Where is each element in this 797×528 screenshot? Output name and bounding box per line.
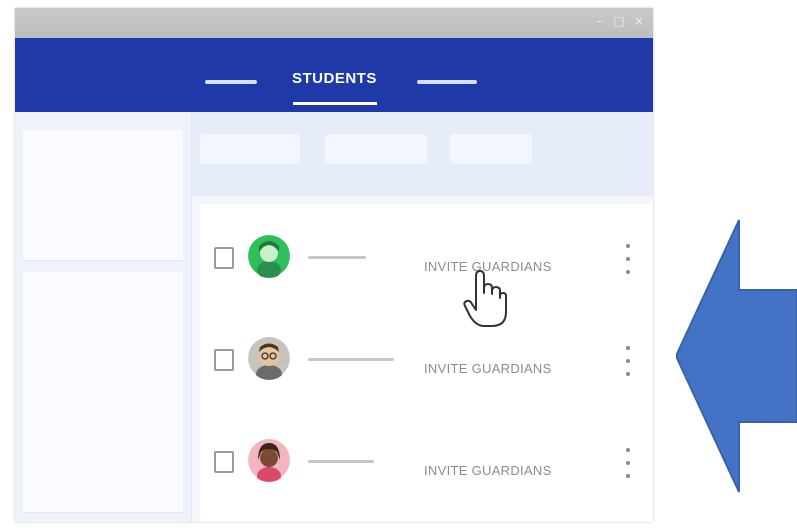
student-row: INVITE GUARDIANS xyxy=(200,204,653,304)
select-student-checkbox[interactable] xyxy=(214,451,234,473)
invite-guardians-link[interactable]: INVITE GUARDIANS xyxy=(424,463,552,478)
select-student-checkbox[interactable] xyxy=(214,247,234,269)
student-avatar-glasses-icon xyxy=(248,336,290,380)
maximize-icon[interactable]: □ xyxy=(613,14,625,28)
top-nav-bar: STUDENTS xyxy=(15,38,653,112)
sidebar-panel-top xyxy=(23,130,183,261)
kebab-menu-icon[interactable] xyxy=(624,244,632,274)
student-name-placeholder xyxy=(308,358,394,361)
window-titlebar: – □ × xyxy=(15,8,653,38)
invite-guardians-link[interactable]: INVITE GUARDIANS xyxy=(424,361,552,376)
student-name-placeholder xyxy=(308,256,366,259)
active-tab-indicator xyxy=(293,102,377,105)
student-row: INVITE GUARDIANS xyxy=(200,408,653,508)
window-controls: – □ × xyxy=(593,14,645,28)
student-avatar-green-icon xyxy=(248,234,290,278)
kebab-menu-icon[interactable] xyxy=(624,448,632,478)
toolbar-button-1[interactable] xyxy=(200,134,300,164)
select-student-checkbox[interactable] xyxy=(214,349,234,371)
toolbar-button-3[interactable] xyxy=(450,134,532,164)
nav-tab-right[interactable] xyxy=(417,80,477,84)
student-avatar-pink-icon xyxy=(248,438,290,482)
action-toolbar xyxy=(192,112,653,196)
kebab-menu-icon[interactable] xyxy=(624,346,632,376)
classroom-window: – □ × STUDENTS INVITE GUARDIANS INVITE G… xyxy=(15,8,653,522)
tab-students[interactable]: STUDENTS xyxy=(292,70,377,87)
sidebar xyxy=(15,112,192,522)
hand-cursor-icon xyxy=(462,268,508,335)
student-name-placeholder xyxy=(308,460,374,463)
sidebar-panel-bottom xyxy=(23,272,183,513)
student-row: INVITE GUARDIANS xyxy=(200,306,653,406)
left-arrow-icon xyxy=(674,218,797,499)
close-icon[interactable]: × xyxy=(633,14,645,28)
nav-tab-left[interactable] xyxy=(205,80,257,84)
minimize-icon[interactable]: – xyxy=(593,14,605,28)
toolbar-button-2[interactable] xyxy=(325,134,427,164)
student-list: INVITE GUARDIANS INVITE GUARDIANS INVITE… xyxy=(200,204,653,522)
